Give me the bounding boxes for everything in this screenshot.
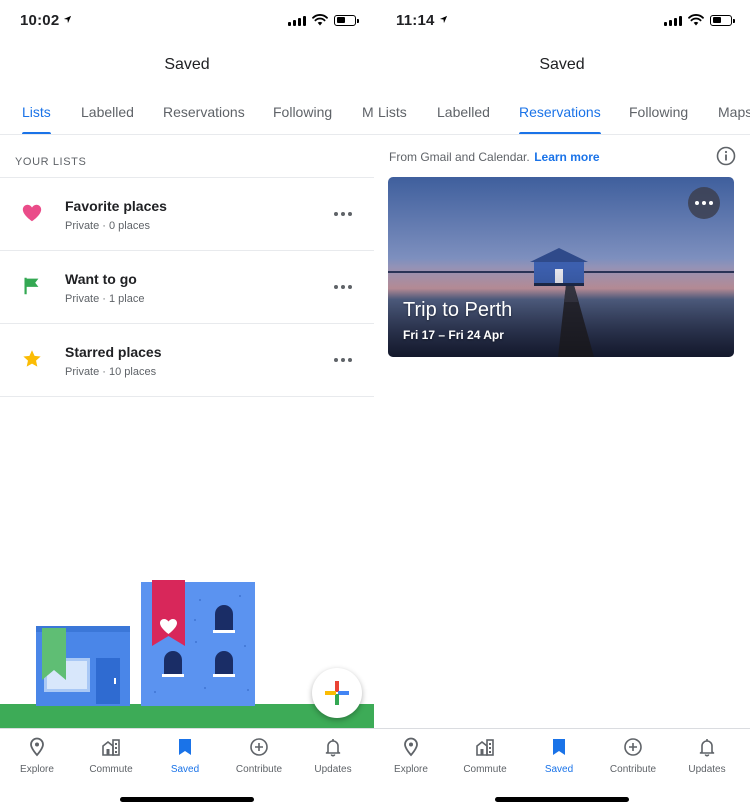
- location-pin-icon: [404, 737, 418, 757]
- signal-icon: [664, 15, 682, 26]
- list-name: Starred places: [65, 344, 162, 360]
- wifi-icon: [312, 14, 328, 26]
- tab-reservations[interactable]: Reservations: [163, 104, 245, 120]
- add-circle-icon: [624, 738, 642, 756]
- tab-following[interactable]: Following: [629, 104, 688, 120]
- bottom-nav: Explore Commute Saved Contribute Updates: [374, 728, 750, 808]
- tab-bar: Lists Labelled Reservations Following Ma…: [374, 94, 750, 135]
- plus-icon: [325, 681, 349, 705]
- heart-icon: [22, 204, 42, 222]
- battery-icon: [710, 14, 735, 26]
- section-label: YOUR LISTS: [15, 156, 87, 168]
- list-meta: Private · 1 place: [65, 293, 145, 305]
- nav-updates[interactable]: Updates: [670, 737, 744, 775]
- nav-saved[interactable]: Saved: [522, 737, 596, 775]
- reservations-info: From Gmail and Calendar. Learn more: [389, 146, 738, 166]
- bookmark-icon: [179, 739, 191, 755]
- bookmark-icon: [553, 739, 565, 755]
- trip-more-options-icon[interactable]: [688, 187, 720, 219]
- list-meta: Private · 0 places: [65, 220, 150, 232]
- location-arrow-icon: [439, 15, 447, 24]
- wifi-icon: [688, 14, 704, 26]
- trip-dates: Fri 17 – Fri 24 Apr: [403, 328, 504, 342]
- star-icon: [23, 350, 41, 367]
- commute-buildings-icon: [102, 739, 120, 756]
- more-options-icon[interactable]: [334, 212, 352, 216]
- signal-icon: [288, 15, 306, 26]
- list-item-want-to-go[interactable]: Want to go Private · 1 place: [0, 251, 374, 324]
- saved-reservations-screen: 11:14 Saved Lists Labelled Reservations …: [374, 0, 750, 808]
- nav-commute[interactable]: Commute: [448, 737, 522, 775]
- nav-saved[interactable]: Saved: [148, 737, 222, 775]
- list-item-starred-places[interactable]: Starred places Private · 10 places: [0, 324, 374, 397]
- nav-contribute[interactable]: Contribute: [222, 737, 296, 775]
- nav-commute[interactable]: Commute: [74, 737, 148, 775]
- list-item-favorite-places[interactable]: Favorite places Private · 0 places: [0, 178, 374, 251]
- trip-card[interactable]: Trip to Perth Fri 17 – Fri 24 Apr: [388, 177, 734, 357]
- tab-labelled[interactable]: Labelled: [81, 104, 134, 120]
- status-time: 10:02: [20, 12, 72, 29]
- trip-title: Trip to Perth: [403, 299, 513, 321]
- tab-following[interactable]: Following: [273, 104, 332, 120]
- home-indicator: [495, 797, 629, 802]
- tab-lists[interactable]: Lists: [378, 104, 407, 120]
- nav-updates[interactable]: Updates: [296, 737, 370, 775]
- tab-bar: Lists Labelled Reservations Following M: [0, 94, 374, 135]
- add-circle-icon: [250, 738, 268, 756]
- battery-icon: [334, 14, 359, 26]
- active-tab-indicator: [519, 132, 601, 134]
- info-text: From Gmail and Calendar.: [389, 150, 530, 164]
- location-pin-icon: [30, 737, 44, 757]
- location-arrow-icon: [64, 15, 72, 24]
- page-title: Saved: [539, 56, 585, 73]
- page-title: Saved: [164, 56, 210, 73]
- home-indicator: [120, 797, 254, 802]
- status-bar: 10:02: [0, 0, 374, 44]
- saved-lists: Favorite places Private · 0 places Want …: [0, 177, 374, 397]
- nav-explore[interactable]: Explore: [0, 737, 74, 775]
- flag-icon: [24, 277, 39, 295]
- bell-icon: [325, 739, 341, 757]
- tab-lists[interactable]: Lists: [22, 104, 51, 134]
- more-options-icon[interactable]: [334, 358, 352, 362]
- bell-icon: [699, 739, 715, 757]
- list-name: Want to go: [65, 271, 137, 287]
- tab-labelled[interactable]: Labelled: [437, 104, 490, 120]
- info-icon[interactable]: [716, 146, 736, 166]
- nav-explore[interactable]: Explore: [374, 737, 448, 775]
- status-time: 11:14: [396, 12, 448, 29]
- tab-maps-partial[interactable]: M: [362, 104, 374, 120]
- bottom-nav: Explore Commute Saved Contribute Updates: [0, 728, 374, 808]
- active-tab-indicator: [22, 132, 51, 134]
- list-name: Favorite places: [65, 198, 167, 214]
- more-options-icon[interactable]: [334, 285, 352, 289]
- saved-lists-screen: 10:02 Saved Lists Labelled Reservations …: [0, 0, 374, 808]
- list-meta: Private · 10 places: [65, 366, 157, 378]
- tab-maps[interactable]: Maps: [718, 104, 750, 120]
- nav-contribute[interactable]: Contribute: [596, 737, 670, 775]
- add-list-fab[interactable]: [312, 668, 362, 718]
- tab-reservations[interactable]: Reservations: [519, 104, 601, 134]
- status-bar: 11:14: [374, 0, 750, 44]
- learn-more-link[interactable]: Learn more: [534, 150, 599, 164]
- commute-buildings-icon: [476, 739, 494, 756]
